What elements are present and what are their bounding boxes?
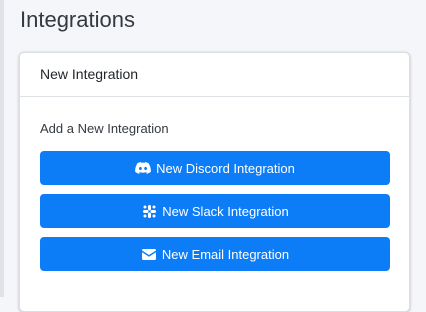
button-label: New Email Integration <box>161 246 290 262</box>
integration-buttons: New Discord Integration New Slack Integr… <box>40 151 390 271</box>
card-body: Add a New Integration New Discord Integr… <box>20 121 409 271</box>
page-title: Integrations <box>20 7 135 32</box>
envelope-icon <box>141 247 157 261</box>
section-label: Add a New Integration <box>40 121 169 136</box>
slack-icon <box>141 204 157 218</box>
sidebar-edge <box>0 0 4 297</box>
button-label: New Discord Integration <box>156 160 295 176</box>
discord-icon <box>135 161 151 175</box>
button-label: New Slack Integration <box>162 203 289 219</box>
new-integration-card: New Integration Add a New Integration Ne… <box>19 52 410 312</box>
new-email-integration-button[interactable]: New Email Integration <box>40 237 390 271</box>
card-header: New Integration <box>20 53 409 97</box>
new-slack-integration-button[interactable]: New Slack Integration <box>40 194 390 228</box>
new-discord-integration-button[interactable]: New Discord Integration <box>40 151 390 185</box>
